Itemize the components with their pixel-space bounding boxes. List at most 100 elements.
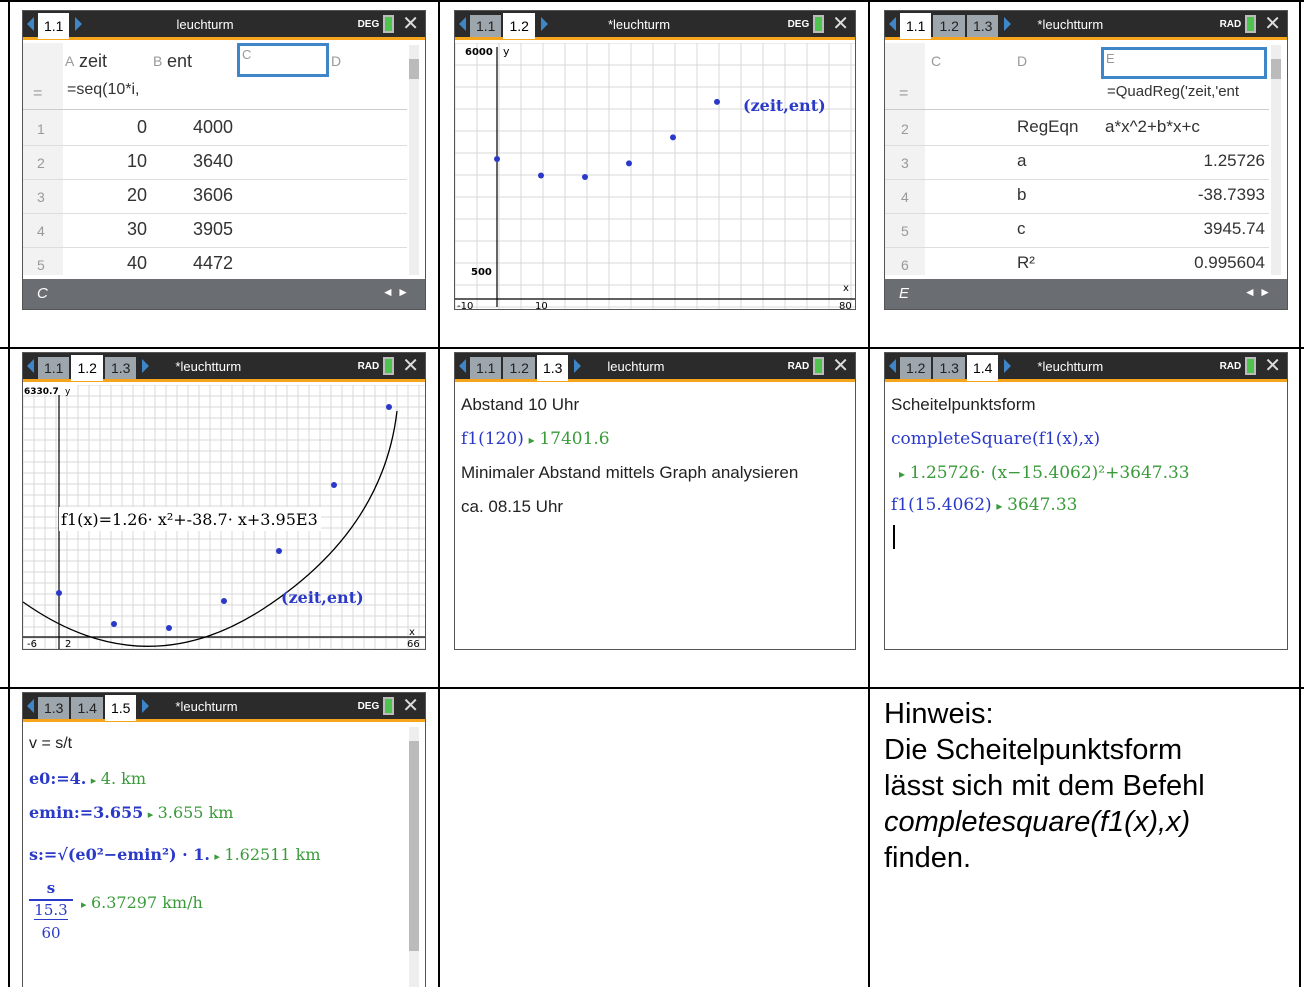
prev-arrow-icon[interactable] [27,359,34,373]
calc-result-1-line[interactable]: ▸ 1.25726· (x−15.4062)²+3647.33 [899,463,1190,483]
nav-arrows[interactable]: ◄ ► [1244,285,1271,299]
prev-arrow-icon[interactable] [27,17,34,31]
tab-1-2[interactable]: 1.2 [503,12,535,39]
next-arrow-icon[interactable] [540,17,548,31]
result-arrow: ▸ [996,499,1003,513]
calc-line-1[interactable]: Scheitelpunktsform [891,395,1036,415]
prev-arrow-icon[interactable] [889,17,896,31]
tab-1-3[interactable]: 1.3 [933,356,965,379]
top-bar: 1.3 1.4 1.5 *leuchturm DEG ✕ [23,693,425,722]
angle-mode: DEG [787,18,810,30]
y-axis-label: y [65,387,71,397]
table-cell[interactable]: 3606 [193,185,233,206]
tab-1-4[interactable]: 1.4 [71,696,103,719]
tab-1-3[interactable]: 1.3 [966,14,999,37]
grid-divider [1299,0,1301,987]
prev-arrow-icon[interactable] [459,17,466,31]
formula-text[interactable]: =QuadReg('zeit,'ent [1107,83,1239,100]
tab-1-1[interactable]: 1.1 [470,356,502,379]
tab-1-2[interactable]: 1.2 [71,354,103,381]
next-arrow-icon[interactable] [142,359,150,373]
table-cell[interactable]: 40 [93,253,147,274]
table-cell[interactable]: 3640 [193,151,233,172]
close-icon[interactable]: ✕ [832,14,849,34]
result-arrow: ▸ [81,899,87,911]
document-title: *leuchtturm [175,358,242,374]
calc-line-5[interactable]: ▸ 6.37297 km/h [81,893,203,913]
data-point [56,590,62,596]
tab-1-2[interactable]: 1.2 [933,14,965,37]
close-icon[interactable]: ✕ [1264,356,1281,376]
table-cell[interactable]: R² [1017,253,1035,273]
table-cell[interactable]: 4472 [193,253,233,274]
note-line-1[interactable]: Abstand 10 Uhr [461,395,579,415]
table-cell[interactable]: a [1017,151,1026,171]
close-icon[interactable]: ✕ [402,356,419,376]
tab-1-3[interactable]: 1.3 [104,356,137,379]
calc-line-1[interactable]: v = s/t [29,735,72,753]
calc-line-3[interactable]: f1(15.4062) ▸ 3647.33 [891,495,1077,515]
hint-line: lässt sich mit dem Befehl [884,770,1205,802]
scatter-graph[interactable]: 6000 y 500 -10 10 80 x (zeit,ent) [455,43,855,310]
col-a-name[interactable]: zeit [79,51,107,72]
row-number: 6 [901,257,909,273]
table-cell[interactable]: b [1017,185,1026,205]
note-line-2[interactable]: f1(120) ▸ 17401.6 [461,429,610,449]
function-graph[interactable]: 6330.7 y -6 2 66 x f1(x)=1.26· x²+-38.7·… [23,385,425,650]
table-cell[interactable]: 0 [93,117,147,138]
prev-arrow-icon[interactable] [27,699,34,713]
tab-1-1[interactable]: 1.1 [38,12,70,39]
next-arrow-icon[interactable] [1004,17,1012,31]
close-icon[interactable]: ✕ [402,14,419,34]
x-max-label: 66 [407,639,420,650]
close-icon[interactable]: ✕ [402,696,419,716]
angle-mode: RAD [357,360,380,372]
grid-divider [438,0,440,987]
tab-1-4[interactable]: 1.4 [966,354,999,381]
nav-arrows[interactable]: ◄ ► [382,285,409,299]
selected-cell[interactable]: C [237,43,329,77]
close-icon[interactable]: ✕ [1264,14,1281,34]
table-cell[interactable]: RegEqn [1017,117,1078,137]
tab-1-3[interactable]: 1.3 [38,696,70,719]
note-line-4[interactable]: ca. 08.15 Uhr [461,497,563,517]
calc-result: 1.62511 km [224,845,321,864]
close-icon[interactable]: ✕ [832,356,849,376]
next-arrow-icon[interactable] [75,17,83,31]
table-cell[interactable]: 20 [93,185,147,206]
table-cell[interactable]: 0.995604 [1105,253,1265,273]
denominator-top: 15.3 [34,901,68,920]
next-arrow-icon[interactable] [142,699,150,713]
table-cell[interactable]: -38.7393 [1105,185,1265,205]
fraction-expression[interactable]: s 15.3 60 [29,879,73,942]
formula-text[interactable]: =seq(10*i, [67,81,140,99]
table-cell[interactable]: 3945.74 [1105,219,1265,239]
table-cell[interactable]: c [1017,219,1026,239]
next-arrow-icon[interactable] [574,359,582,373]
table-cell[interactable]: 1.25726 [1105,151,1265,171]
tab-1-3[interactable]: 1.3 [536,354,569,381]
tab-1-1[interactable]: 1.1 [38,356,70,379]
table-cell[interactable]: 4000 [193,117,233,138]
prev-arrow-icon[interactable] [459,359,466,373]
note-line-3[interactable]: Minimaler Abstand mittels Graph analysie… [461,463,798,483]
tab-1-2[interactable]: 1.2 [900,356,932,379]
calc-line-4[interactable]: s:=√(e0²−emin²) · 1. ▸ 1.62511 km [29,845,321,865]
col-b-name[interactable]: ent [167,51,192,72]
data-point [582,174,588,181]
angle-mode: RAD [787,360,810,372]
selected-cell[interactable]: E [1101,47,1267,79]
calc-line-3[interactable]: emin:=3.655 ▸ 3.655 km [29,803,233,823]
tab-1-5[interactable]: 1.5 [104,694,137,721]
tab-1-1[interactable]: 1.1 [470,14,502,37]
table-cell[interactable]: 10 [93,151,147,172]
calc-line-2[interactable]: e0:=4. ▸ 4. km [29,769,146,789]
table-cell[interactable]: 3905 [193,219,233,240]
table-cell[interactable]: 30 [93,219,147,240]
tab-1-2[interactable]: 1.2 [503,356,535,379]
calc-input-1[interactable]: completeSquare(f1(x),x) [891,429,1100,449]
table-cell[interactable]: a*x^2+b*x+c [1105,117,1265,137]
prev-arrow-icon[interactable] [889,359,896,373]
next-arrow-icon[interactable] [1004,359,1012,373]
tab-1-1[interactable]: 1.1 [900,12,932,39]
